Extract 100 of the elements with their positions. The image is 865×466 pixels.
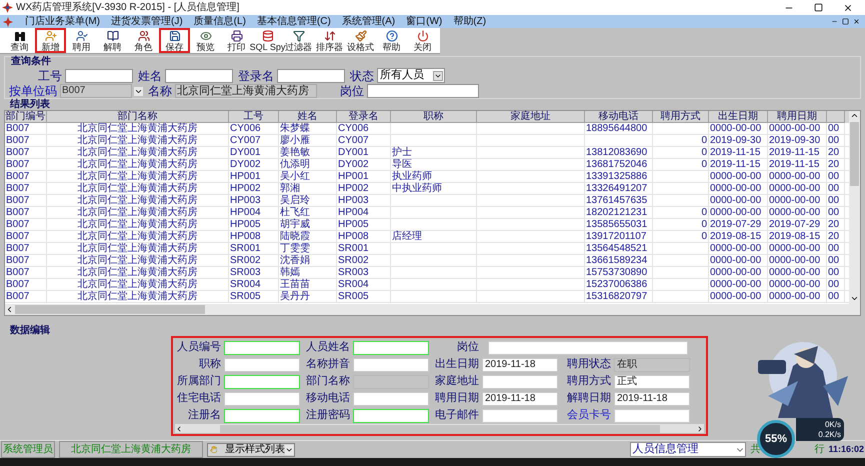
table-cell: HP003 (229, 195, 279, 206)
table-cell: 00 (827, 183, 845, 194)
form-field[interactable] (614, 408, 690, 422)
scrollbar-thumb[interactable] (220, 424, 660, 432)
menu-item[interactable]: 质量信息(L) (194, 14, 246, 29)
text-field[interactable] (367, 84, 479, 98)
field-label: 注册密码 (305, 409, 350, 422)
close-icon[interactable] (843, 2, 853, 12)
toolbar-button[interactable]: 解聘 (97, 28, 128, 53)
toolbar-button[interactable]: 聘用 (66, 28, 97, 53)
section-title: 结果列表 (8, 100, 51, 110)
table-cell: 0 (653, 147, 709, 158)
dropdown-arrow-icon[interactable] (134, 86, 143, 96)
column-header[interactable]: 家庭地址 (477, 111, 585, 123)
field-label: 姓名 (138, 68, 162, 82)
restore-icon[interactable] (814, 3, 823, 12)
table-cell: 0000-00-00 (768, 183, 827, 194)
column-header[interactable]: 职称 (391, 111, 477, 123)
table-cell: SR004 (337, 279, 391, 290)
table-cell: 仇添明 (279, 159, 337, 170)
field-label: 人员编号 (176, 341, 221, 354)
scrollbar-thumb[interactable] (850, 122, 859, 186)
table-cell: 00 (827, 195, 845, 206)
column-header[interactable]: 工号 (229, 111, 279, 123)
form-field[interactable] (224, 340, 300, 354)
unit-code-field[interactable]: B007 (60, 84, 132, 98)
close-icon[interactable] (853, 18, 860, 25)
scroll-left-icon[interactable] (175, 424, 183, 432)
table-cell: CY007 (229, 135, 279, 146)
user-plus-icon (44, 30, 56, 42)
toolbar-button[interactable]: 查询 (4, 28, 35, 53)
toolbar-button[interactable]: 保存 (159, 28, 190, 53)
form-field[interactable] (353, 408, 429, 422)
power-icon (416, 30, 428, 42)
text-field[interactable] (277, 68, 345, 82)
form-field[interactable] (488, 340, 688, 354)
scroll-right-icon[interactable] (696, 424, 704, 432)
scroll-up-icon[interactable] (850, 111, 859, 120)
menu-item[interactable]: 帮助(Z) (453, 14, 486, 29)
form-field[interactable]: 2019-11-18 (482, 392, 558, 406)
toolbar-button[interactable]: 帮助 (376, 28, 407, 53)
column-header[interactable]: 部门名称 (47, 111, 229, 123)
form-field[interactable]: 在职 (614, 358, 690, 372)
table-cell: SR002 (337, 255, 391, 266)
table-cell: 13326491207 (585, 183, 653, 194)
form-field[interactable] (353, 340, 429, 354)
toolbar-button[interactable]: SQL Spy (252, 28, 283, 53)
column-header[interactable]: 移动电话 (585, 111, 653, 123)
column-header[interactable]: 姓名 (279, 111, 337, 123)
menu-item[interactable]: 系统管理(A) (342, 14, 396, 29)
form-field[interactable] (224, 358, 300, 372)
table-cell: 沈香娟 (279, 255, 337, 266)
style-dropdown[interactable]: 显示样式列表 (206, 442, 295, 456)
status-dropdown[interactable]: 所有人员 (377, 68, 445, 83)
menu-item[interactable]: 窗口(W) (406, 14, 442, 29)
column-header[interactable] (827, 111, 845, 123)
scroll-down-icon[interactable] (850, 294, 859, 303)
column-header[interactable]: 聘用日期 (768, 111, 827, 123)
menu-item[interactable]: 进货发票管理(J) (111, 14, 183, 29)
form-field[interactable]: 2019-11-18 (482, 358, 558, 372)
form-field[interactable] (224, 392, 300, 406)
form-field[interactable] (224, 408, 300, 422)
text-field[interactable] (165, 68, 233, 82)
form-field[interactable] (482, 408, 558, 422)
table-cell: 0000-00-00 (768, 171, 827, 182)
table-cell: 0000-00-00 (768, 291, 827, 302)
form-field[interactable]: 2019-11-18 (614, 392, 690, 406)
form-field[interactable]: 正式 (614, 374, 690, 388)
table-cell: DY002 (229, 159, 279, 170)
form-field[interactable] (482, 374, 558, 388)
column-header[interactable]: 登录名 (337, 111, 391, 123)
field-label: 出生日期 (434, 358, 479, 371)
toolbar-button[interactable]: 预览 (190, 28, 221, 53)
scroll-left-icon[interactable] (5, 305, 14, 314)
clock: 11:16:02 (828, 442, 864, 456)
scrollbar-thumb[interactable] (15, 305, 205, 314)
table-cell: 15316820797 (585, 291, 653, 302)
form-field[interactable] (353, 358, 429, 372)
column-header[interactable]: 聘用方式 (653, 111, 709, 123)
table-cell: 0000-00-00 (709, 171, 768, 182)
toolbar-button[interactable]: 设格式 (345, 28, 376, 53)
column-header[interactable]: 部门编号 (5, 111, 47, 123)
restore-icon[interactable] (842, 18, 849, 25)
module-dropdown[interactable]: 人员信息管理 (630, 442, 746, 457)
toolbar-button[interactable]: 角色 (128, 28, 159, 53)
table-cell: 北京同仁堂上海黄浦大药房 (47, 267, 229, 278)
form-field[interactable] (224, 374, 300, 388)
toolbar-button[interactable]: 排序器 (314, 28, 345, 53)
menu-item[interactable]: 基本信息管理(C) (256, 14, 331, 29)
toolbar-button[interactable]: 关闭 (407, 28, 438, 53)
table-cell: 中执业药师 (391, 183, 477, 194)
table-cell: B007 (5, 207, 47, 218)
column-header[interactable]: 出生日期 (709, 111, 768, 123)
form-field[interactable] (353, 392, 429, 406)
text-field[interactable] (65, 68, 133, 82)
toolbar-button[interactable]: 新增 (35, 28, 66, 53)
table-cell: 0000-00-00 (709, 195, 768, 206)
table-cell: B007 (5, 159, 47, 170)
table-cell: 0 (653, 207, 709, 218)
menu-item[interactable]: 门店业务菜单(M) (25, 14, 100, 29)
